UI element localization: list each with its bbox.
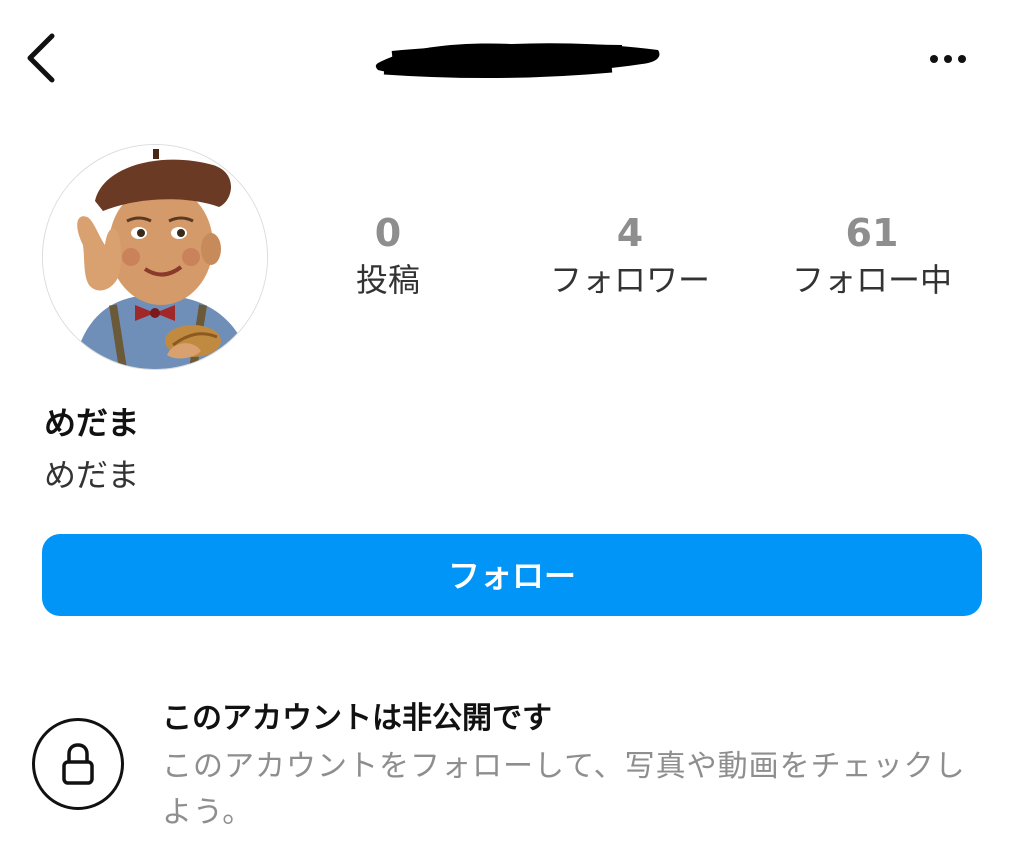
following-count-label: フォロー中 xyxy=(791,261,952,299)
lock-icon xyxy=(62,743,94,785)
profile-screen: 0 投稿 4 フォロワー 61 フォロー中 めだま めだま フォロー このアカウ… xyxy=(0,0,1024,863)
back-button[interactable] xyxy=(22,30,62,86)
posts-count[interactable]: 0 投稿 xyxy=(278,210,498,302)
private-account-description: このアカウントをフォローして、写真や動画をチェックしよう。 xyxy=(162,749,966,830)
following-count-value: 61 xyxy=(845,211,899,255)
following-count[interactable]: 61 フォロー中 xyxy=(762,210,982,302)
username-redacted xyxy=(372,36,664,84)
lock-badge xyxy=(32,718,124,810)
more-options-button[interactable] xyxy=(920,44,976,74)
display-name: めだま xyxy=(44,404,140,442)
followers-count[interactable]: 4 フォロワー xyxy=(520,210,740,302)
profile-bio: めだま xyxy=(44,456,140,494)
private-account-title: このアカウントは非公開です xyxy=(162,701,552,736)
follow-button[interactable]: フォロー xyxy=(42,534,982,616)
followers-count-value: 4 xyxy=(616,211,644,255)
followers-count-label: フォロワー xyxy=(549,261,710,299)
posts-count-value: 0 xyxy=(374,211,402,255)
profile-avatar[interactable] xyxy=(42,144,268,370)
chevron-left-icon xyxy=(27,33,55,83)
more-horizontal-icon xyxy=(930,55,966,63)
posts-count-label: 投稿 xyxy=(355,261,420,299)
